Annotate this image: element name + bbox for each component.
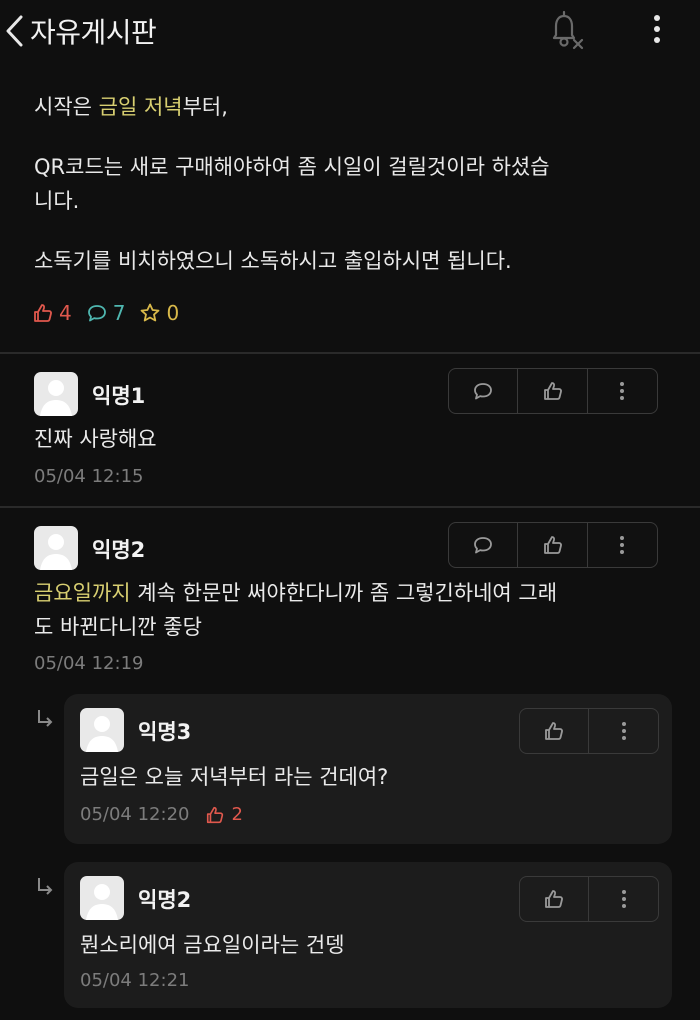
comment: 익명2 금요일까지 계속 한문만 써야한다니까 좀 그렇긴하네여 그래 도 바뀐…	[0, 516, 700, 686]
post-body: 시작은 금일 저녁부터, QR코드는 새로 구매해야하여 좀 시일이 걸릴것이라…	[34, 90, 674, 278]
anonymous-avatar-icon	[40, 534, 72, 570]
reply-more-button[interactable]	[589, 877, 658, 921]
comment-count: 7	[86, 301, 126, 325]
reply-arrow-icon	[38, 878, 53, 895]
comment-more-button[interactable]	[588, 369, 657, 413]
more-vertical-icon	[621, 722, 626, 740]
reply-like-value: 2	[231, 804, 243, 825]
post-line: 시작은 금일 저녁부터,	[34, 90, 674, 124]
comment-count-value: 7	[112, 301, 126, 325]
post-line: QR코드는 새로 구매해야하여 좀 시일이 걸릴것이라 하셨습	[34, 155, 550, 179]
more-vertical-icon	[620, 382, 625, 400]
comment-line: 도 바뀐다니깐 좋당	[34, 615, 202, 639]
chat-bubble-icon	[474, 383, 493, 400]
reply-more-button[interactable]	[589, 709, 658, 753]
avatar	[80, 708, 124, 752]
comment-line: 금요일까지 계속 한문만 써야한다니까 좀 그렇긴하네여 그래	[34, 576, 674, 610]
avatar	[80, 876, 124, 920]
avatar	[34, 526, 78, 570]
comment-text-part: 계속 한문만 써야한다니까 좀 그렇긴하네여 그래	[130, 581, 558, 605]
anonymous-avatar-icon	[40, 380, 72, 416]
top-bar: 자유게시판	[0, 0, 700, 62]
comment-text: 진짜 사랑해요	[34, 427, 157, 451]
reply: 익명3 금일은 오늘 저녁부터 라는 건데여? 05/04 12:20 2	[64, 694, 672, 844]
more-vertical-icon	[620, 536, 625, 554]
reply: 익명2 뭔소리에여 금요일이라는 건뎅 05/04 12:21	[64, 862, 672, 1008]
highlighted-text: 금요일까지	[34, 581, 131, 605]
reply-text: 금일은 오늘 저녁부터 라는 건데여?	[80, 765, 389, 789]
more-vertical-icon	[621, 890, 626, 908]
reply-button[interactable]	[449, 523, 519, 567]
comment-more-button[interactable]	[588, 523, 657, 567]
reply-time: 05/04 12:21	[80, 970, 190, 991]
back-button[interactable]	[4, 14, 28, 48]
scrap-count: 0	[139, 301, 179, 325]
star-icon	[141, 303, 160, 322]
reply-button[interactable]	[449, 369, 519, 413]
like-count: 4	[32, 301, 72, 325]
like-button[interactable]	[518, 369, 588, 413]
reply-author: 익명3	[138, 720, 192, 744]
anonymous-avatar-icon	[86, 716, 118, 752]
scrap-count-value: 0	[166, 301, 180, 325]
comment-time: 05/04 12:15	[34, 466, 144, 487]
comment: 익명1 진짜 사랑해요 05/04 12:15	[0, 362, 700, 502]
comment-author: 익명1	[92, 384, 146, 408]
comment-actions	[448, 522, 658, 568]
more-options-button[interactable]	[645, 12, 669, 46]
reply-meta: 05/04 12:20 2	[80, 804, 243, 825]
avatar	[34, 372, 78, 416]
comment-actions	[448, 368, 658, 414]
like-count-value: 4	[59, 301, 72, 325]
notification-off-icon	[552, 10, 584, 50]
reply-arrow-icon	[38, 710, 53, 727]
thumbs-up-icon	[207, 806, 224, 823]
divider	[0, 506, 700, 508]
like-button[interactable]	[520, 877, 589, 921]
comment-time: 05/04 12:19	[34, 653, 144, 674]
board-title: 자유게시판	[30, 16, 157, 49]
like-button[interactable]	[518, 523, 588, 567]
like-button[interactable]	[520, 709, 589, 753]
chat-bubble-icon	[474, 537, 493, 554]
reply-actions	[519, 876, 659, 922]
comment-text: 금요일까지 계속 한문만 써야한다니까 좀 그렇긴하네여 그래 도 바뀐다니깐 …	[34, 576, 674, 644]
post-text: 시작은	[34, 95, 99, 119]
anonymous-avatar-icon	[86, 884, 118, 920]
post-line: 소독기를 비치하였으니 소독하시고 출입하시면 됩니다.	[34, 249, 512, 273]
reply-like-count: 2	[205, 804, 243, 825]
notification-toggle-button[interactable]	[546, 10, 586, 50]
reply-author: 익명2	[138, 888, 192, 912]
divider	[0, 352, 700, 354]
more-vertical-icon	[654, 15, 660, 43]
chat-bubble-icon	[87, 305, 106, 322]
back-chevron-icon	[6, 15, 23, 47]
thumbs-up-icon	[545, 722, 563, 740]
reply-text: 뭔소리에여 금요일이라는 건뎅	[80, 933, 345, 957]
reply-time: 05/04 12:20	[80, 804, 190, 825]
thumbs-up-icon	[543, 536, 562, 554]
thumbs-up-icon	[34, 304, 52, 322]
highlighted-text: 금일 저녁	[98, 95, 183, 119]
comment-author: 익명2	[92, 538, 146, 562]
thumbs-up-icon	[545, 890, 563, 908]
thumbs-up-icon	[543, 382, 562, 400]
post-line: 니다.	[34, 189, 80, 213]
reply-actions	[519, 708, 659, 754]
post-stats: 4 7 0	[32, 298, 193, 328]
post-text: 부터,	[182, 95, 228, 119]
